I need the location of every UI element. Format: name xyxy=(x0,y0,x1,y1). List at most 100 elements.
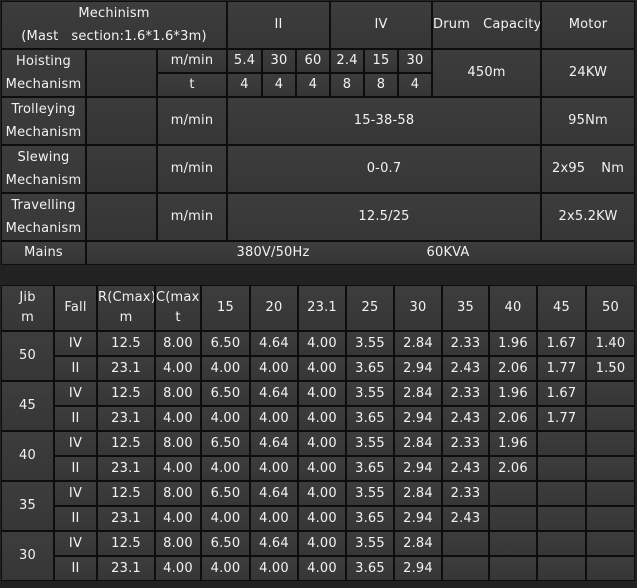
travelling-unit: m/min xyxy=(157,193,228,241)
load-value-cell: 1.77 xyxy=(537,406,586,431)
load-value-cell: 1.96 xyxy=(489,331,537,356)
r-cmax-cell: 12.5 xyxy=(97,531,155,556)
travelling-value: 12.5/25 xyxy=(227,193,542,241)
table-row: 35 IV 12.5 8.00 6.50 4.64 4.00 3.55 2.84 2.33 xyxy=(1,481,635,531)
mechanism-header-title: Mechinism xyxy=(78,6,150,21)
hoisting-label: Hoisting Mechanism xyxy=(1,49,86,97)
load-value-cell xyxy=(489,556,537,581)
load-value-cell: 1.77 xyxy=(537,356,586,381)
load-value-cell xyxy=(537,456,586,481)
load-value-cell: 2.33 xyxy=(442,431,489,456)
load-value-cell xyxy=(586,506,635,531)
header-radius-40: 40 xyxy=(489,285,537,331)
load-value-cell: 4.00 xyxy=(298,531,346,556)
load-value-cell: 2.33 xyxy=(442,481,489,506)
fall-cell: II xyxy=(54,506,97,531)
load-value-cell: 3.65 xyxy=(346,556,394,581)
travelling-motor: 2x5.2KW xyxy=(541,193,636,241)
slewing-motor: 2x95 Nm xyxy=(541,145,636,193)
load-value-cell xyxy=(489,506,537,531)
load-value-cell xyxy=(442,531,489,556)
header-radius-35: 35 xyxy=(442,285,489,331)
slewing-row: Slewing Mechanism m/min 0-0.7 2x95 Nm xyxy=(1,145,636,193)
load-value-cell: 1.40 xyxy=(586,331,635,356)
load-value-cell: 2.84 xyxy=(394,481,442,506)
load-value-cell: 1.96 xyxy=(489,431,537,456)
load-value-cell: 4.64 xyxy=(250,481,298,506)
load-value-cell xyxy=(586,406,635,431)
load-value-cell xyxy=(586,431,635,456)
load-value-cell xyxy=(586,381,635,406)
col-header-drum-capacity: Drum Capacity xyxy=(432,1,542,49)
hoisting-speed-iv-1: 2.4 xyxy=(330,49,365,73)
r-cmax-cell: 12.5 xyxy=(97,331,155,356)
travelling-row: Travelling Mechanism m/min 12.5/25 2x5.2… xyxy=(1,193,636,241)
hoisting-blank xyxy=(86,49,157,97)
mechanism-spec-table: Mechinism (Mast section:1.6*1.6*3m) II I… xyxy=(1,1,636,265)
load-value-cell xyxy=(489,531,537,556)
c-max-cell: 4.00 xyxy=(155,456,201,481)
load-value-cell: 4.00 xyxy=(298,556,346,581)
table-row: II 23.1 4.00 4.00 4.00 4.00 3.65 2.94 2.43 2.06 xyxy=(1,456,635,481)
load-value-cell: 4.00 xyxy=(298,456,346,481)
hoisting-speed-iv-3: 30 xyxy=(398,49,433,73)
trolleying-value: 15-38-58 xyxy=(227,97,542,145)
header-c-max: C(max) t xyxy=(155,285,201,331)
c-max-cell: 4.00 xyxy=(155,556,201,581)
load-value-cell xyxy=(489,481,537,506)
mains-row: Mains 380V/50Hz 60KVA xyxy=(1,241,636,265)
mechanism-header-subtitle: (Mast section:1.6*1.6*3m) xyxy=(21,29,207,44)
table-row: 30 IV 12.5 8.00 6.50 4.64 4.00 3.55 2.84 xyxy=(1,531,635,581)
col-header-iv: IV xyxy=(330,1,433,49)
slewing-label: Slewing Mechanism xyxy=(1,145,86,193)
c-max-cell: 8.00 xyxy=(155,531,201,556)
mechanism-header: Mechinism (Mast section:1.6*1.6*3m) xyxy=(1,1,228,49)
c-max-cell: 4.00 xyxy=(155,356,201,381)
fall-cell: II xyxy=(54,406,97,431)
load-value-cell xyxy=(537,481,586,506)
fall-cell: IV xyxy=(54,531,97,556)
load-value-cell: 4.00 xyxy=(298,331,346,356)
fall-cell: IV xyxy=(54,481,97,506)
load-value-cell: 1.50 xyxy=(586,356,635,381)
load-value-cell: 2.84 xyxy=(394,531,442,556)
header-jib: Jib m xyxy=(1,285,54,331)
r-cmax-cell: 23.1 xyxy=(97,406,155,431)
load-value-cell: 6.50 xyxy=(201,331,250,356)
c-max-cell: 4.00 xyxy=(155,506,201,531)
mains-value: 380V/50Hz 60KVA xyxy=(86,241,636,265)
load-value-cell: 2.06 xyxy=(489,356,537,381)
hoisting-speed-ii-2: 30 xyxy=(262,49,297,73)
hoisting-speed-ii-3: 60 xyxy=(296,49,331,73)
col-header-ii: II xyxy=(227,1,331,49)
load-value-cell: 3.55 xyxy=(346,531,394,556)
r-cmax-cell: 23.1 xyxy=(97,556,155,581)
load-value-cell: 1.67 xyxy=(537,331,586,356)
load-value-cell: 3.55 xyxy=(346,431,394,456)
header-radius-25: 25 xyxy=(346,285,394,331)
table-row: II 23.1 4.00 4.00 4.00 4.00 3.65 2.94 2.43 2.06 1.… xyxy=(1,356,635,381)
header-radius-23-1: 23.1 xyxy=(298,285,346,331)
load-value-cell xyxy=(442,556,489,581)
load-value-cell: 4.64 xyxy=(250,431,298,456)
load-value-cell: 1.67 xyxy=(537,381,586,406)
load-value-cell: 4.00 xyxy=(298,381,346,406)
slewing-value: 0-0.7 xyxy=(227,145,542,193)
load-value-cell: 4.00 xyxy=(250,406,298,431)
jib-length-cell: 35 xyxy=(1,481,54,531)
load-value-cell xyxy=(586,531,635,556)
load-value-cell: 4.00 xyxy=(201,406,250,431)
load-value-cell: 2.84 xyxy=(394,431,442,456)
load-value-cell: 3.55 xyxy=(346,381,394,406)
load-value-cell: 4.00 xyxy=(298,406,346,431)
c-max-cell: 8.00 xyxy=(155,331,201,356)
header-radius-15: 15 xyxy=(201,285,250,331)
r-cmax-cell: 12.5 xyxy=(97,381,155,406)
load-value-cell xyxy=(537,506,586,531)
jib-length-cell: 30 xyxy=(1,531,54,581)
load-value-cell: 3.65 xyxy=(346,406,394,431)
trolleying-unit: m/min xyxy=(157,97,228,145)
travelling-blank xyxy=(86,193,157,241)
load-value-cell: 4.64 xyxy=(250,381,298,406)
load-value-cell: 4.64 xyxy=(250,331,298,356)
